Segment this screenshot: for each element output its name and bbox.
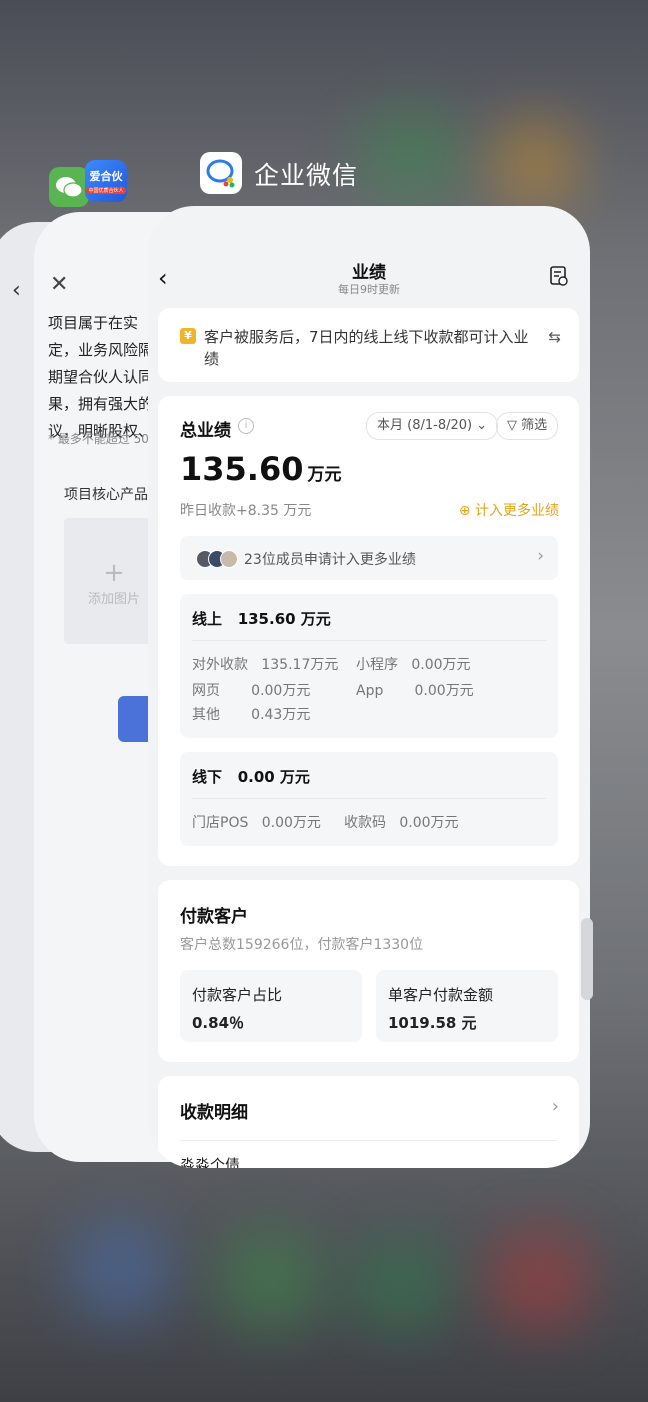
filter-label: 筛选: [521, 418, 548, 433]
app-name-label: 企业微信: [254, 161, 359, 190]
wechat-icon[interactable]: [49, 167, 89, 207]
amount-unit: 万元: [307, 465, 342, 485]
divider: [192, 640, 546, 641]
online-header: 线上 135.60 万元: [192, 608, 331, 629]
item-value: 0.00万元: [251, 683, 311, 699]
online-section: 线上 135.60 万元 对外收款 135.17万元 小程序 0.00万元 网页…: [180, 594, 558, 738]
detail-row[interactable]: 淼淼个债: [180, 1154, 240, 1168]
chevron-right-icon: ›: [537, 546, 544, 566]
scroll-handle[interactable]: [581, 918, 593, 1000]
background-blur: [360, 110, 460, 200]
wecom-app-card[interactable]: ‹ 业绩 每日9时更新 ¥ 客户被服务后，7日内的线上线下收款都可计入业绩 ⇆ …: [148, 206, 590, 1168]
aihehuo-app-icon[interactable]: 爱合伙 中国优质合伙人: [85, 160, 127, 202]
per-customer-value: 1019.58 元: [388, 1014, 477, 1032]
background-blur: [220, 1230, 320, 1330]
aihehuo-logo-text: 爱合伙: [89, 170, 123, 183]
item-key: 小程序: [356, 657, 398, 673]
period-label: 本月 (8/1-8/20): [377, 418, 473, 433]
divider: [180, 1140, 557, 1141]
online-value: 135.60 万元: [237, 610, 331, 628]
performance-title: 总业绩: [180, 421, 231, 441]
product-label: 项目核心产品: [64, 487, 148, 503]
info-icon[interactable]: i: [238, 418, 254, 434]
online-item: 小程序 0.00万元: [356, 654, 471, 674]
chevron-down-icon: ⌄: [476, 418, 488, 433]
offline-header: 线下 0.00 万元: [192, 766, 310, 787]
add-more-performance-link[interactable]: ⊕ 计入更多业绩: [459, 500, 559, 520]
page-title: 业绩: [352, 263, 386, 283]
page-subtitle: 每日9时更新: [338, 283, 400, 296]
amount-value: 135.60: [180, 450, 304, 488]
offline-value: 0.00 万元: [237, 768, 310, 786]
item-value: 135.17万元: [261, 657, 339, 673]
member-requests-row[interactable]: 23位成员申请计入更多业绩 ›: [180, 536, 558, 580]
member-requests-text: 23位成员申请计入更多业绩: [244, 552, 416, 568]
per-customer-stat-card: 单客户付款金额 1019.58 元: [376, 970, 558, 1042]
customers-summary: 客户总数159266位，付款客户1330位: [180, 937, 424, 953]
per-customer-label: 单客户付款金额: [388, 986, 494, 1004]
background-blur: [490, 120, 580, 210]
background-blur: [350, 1240, 450, 1330]
member-avatars: [196, 550, 240, 568]
ratio-label: 付款客户占比: [192, 986, 283, 1004]
wecom-app-icon[interactable]: [200, 152, 242, 194]
ratio-stat-card: 付款客户占比 0.84％: [180, 970, 362, 1042]
total-performance-panel: 总业绩 i 本月 (8/1-8/20) ⌄ ▽ 筛选 135.60 万元 昨日收款…: [158, 396, 579, 866]
item-value: 0.00万元: [414, 683, 474, 699]
notice-banner: ¥ 客户被服务后，7日内的线上线下收款都可计入业绩 ⇆: [158, 308, 579, 382]
item-value: 0.00万元: [261, 815, 321, 831]
item-key: 网页: [192, 683, 220, 699]
offline-section: 线下 0.00 万元 门店POS 0.00万元 收款码 0.00万元: [180, 752, 558, 846]
item-key: 收款码: [344, 815, 386, 831]
divider: [192, 798, 546, 799]
swap-icon[interactable]: ⇆: [548, 328, 561, 346]
online-item: App 0.00万元: [356, 680, 474, 700]
detail-title: 收款明细: [180, 1103, 248, 1123]
background-blur: [70, 1220, 170, 1320]
yen-icon: ¥: [180, 328, 196, 344]
period-selector[interactable]: 本月 (8/1-8/20) ⌄: [366, 412, 499, 440]
notice-text: 客户被服务后，7日内的线上线下收款都可计入业绩: [204, 328, 529, 368]
item-value: 0.00万元: [399, 815, 459, 831]
online-item: 其他 0.43万元: [192, 704, 310, 724]
yesterday-amount: 昨日收款+8.35 万元: [180, 503, 312, 519]
item-value: 0.00万元: [411, 657, 471, 673]
item-value: 0.43万元: [251, 707, 311, 723]
online-item: 对外收款 135.17万元: [192, 654, 338, 674]
online-item: 网页 0.00万元: [192, 680, 310, 700]
item-key: 对外收款: [192, 657, 248, 673]
offline-item: 门店POS 0.00万元: [192, 812, 321, 832]
online-label: 线上: [192, 610, 223, 628]
aihehuo-logo-subtext: 中国优质合伙人: [86, 187, 126, 194]
background-blur: [490, 1230, 590, 1330]
offline-label: 线下: [192, 768, 223, 786]
filter-icon: ▽: [507, 418, 517, 433]
char-limit-note: * 最多不能超过 50: [48, 432, 149, 446]
document-icon[interactable]: [550, 266, 568, 290]
add-image-label: 添加图片: [87, 592, 140, 607]
avatar: [220, 550, 238, 568]
item-key: 其他: [192, 707, 220, 723]
total-amount: 135.60 万元: [180, 450, 341, 488]
item-key: App: [356, 683, 384, 699]
nav-bar: ‹ 业绩 每日9时更新: [148, 206, 590, 298]
item-key: 门店POS: [192, 815, 249, 831]
customers-title: 付款客户: [180, 907, 248, 927]
ratio-value: 0.84％: [192, 1014, 245, 1032]
back-chevron-icon: ‹: [12, 278, 21, 303]
offline-item: 收款码 0.00万元: [344, 812, 459, 832]
payment-detail-panel[interactable]: 收款明细 › 淼淼个债: [158, 1076, 579, 1168]
close-icon: ✕: [50, 272, 69, 297]
paying-customers-panel: 付款客户 客户总数159266位，付款客户1330位 付款客户占比 0.84％ …: [158, 880, 579, 1062]
chevron-right-icon: ›: [551, 1096, 559, 1117]
filter-button[interactable]: ▽ 筛选: [496, 412, 559, 440]
